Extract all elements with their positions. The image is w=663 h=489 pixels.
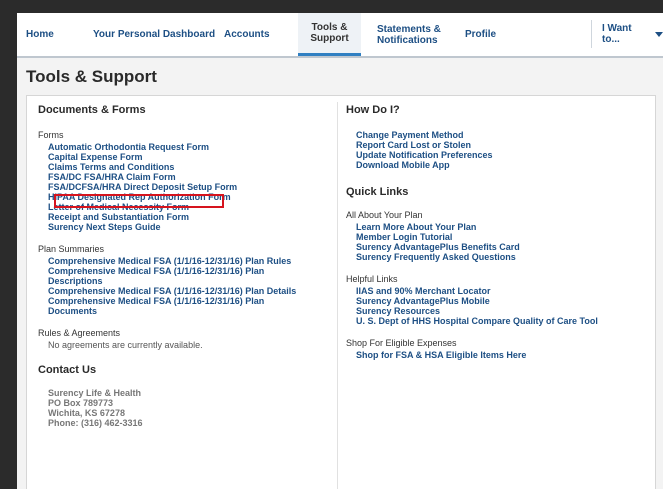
- contact-box: PO Box 789773: [48, 398, 114, 408]
- contact-title: Contact Us: [38, 364, 97, 376]
- nav-dashboard[interactable]: Your Personal Dashboard: [93, 13, 215, 56]
- nav-statements-line1: Statements &: [377, 23, 441, 35]
- form-link[interactable]: Receipt and Substantiation Form: [48, 212, 338, 222]
- top-nav: Home Your Personal Dashboard Accounts To…: [17, 13, 663, 58]
- nav-tools-line2: Support: [310, 33, 349, 44]
- howdoi-link[interactable]: Download Mobile App: [356, 160, 651, 170]
- nav-profile[interactable]: Profile: [465, 13, 496, 56]
- documents-column: Documents & Forms Forms Automatic Orthod…: [38, 104, 338, 428]
- helpful-group-title: Helpful Links: [346, 274, 398, 284]
- caret-down-icon: [655, 31, 663, 37]
- app-frame: Home Your Personal Dashboard Accounts To…: [17, 13, 663, 489]
- form-link[interactable]: Letter of Medical Necessity Form: [48, 202, 338, 212]
- howdoi-link[interactable]: Update Notification Preferences: [356, 150, 651, 160]
- form-link[interactable]: FSA/DCFSA/HRA Direct Deposit Setup Form: [48, 182, 338, 192]
- howdoi-link[interactable]: Change Payment Method: [356, 130, 651, 140]
- quick-link[interactable]: Surency AdvantagePlus Benefits Card: [356, 242, 651, 252]
- nav-tools-line1: Tools &: [311, 22, 348, 33]
- form-link[interactable]: Surency Next Steps Guide: [48, 222, 338, 232]
- rules-title: Rules & Agreements: [38, 328, 121, 338]
- form-link[interactable]: HIPAA Designated Rep Authorization Form: [48, 192, 338, 202]
- helpful-link[interactable]: Surency AdvantagePlus Mobile: [356, 296, 651, 306]
- plan-summaries-title: Plan Summaries: [38, 244, 105, 254]
- helpful-link[interactable]: U. S. Dept of HHS Hospital Compare Quali…: [356, 316, 651, 326]
- howdoi-column: How Do I? Change Payment Method Report C…: [346, 104, 651, 360]
- contact-phone: Phone: (316) 462-3316: [48, 418, 143, 428]
- plan-link[interactable]: Comprehensive Medical FSA (1/1/16-12/31/…: [48, 286, 338, 296]
- shop-group-title: Shop For Eligible Expenses: [346, 338, 457, 348]
- form-link-claim[interactable]: FSA/DC FSA/HRA Claim Form: [48, 172, 338, 182]
- howdoi-link[interactable]: Report Card Lost or Stolen: [356, 140, 651, 150]
- content-panel: Documents & Forms Forms Automatic Orthod…: [26, 95, 656, 489]
- page-title: Tools & Support: [26, 67, 157, 86]
- quick-links-title: Quick Links: [346, 186, 409, 198]
- howdoi-title: How Do I?: [346, 104, 400, 116]
- nav-tools-support[interactable]: Tools & Support: [298, 13, 361, 56]
- form-link[interactable]: Automatic Orthodontia Request Form: [48, 142, 338, 152]
- documents-title: Documents & Forms: [38, 104, 146, 116]
- rules-empty-text: No agreements are currently available.: [48, 340, 203, 350]
- nav-statements[interactable]: Statements & Notifications: [377, 13, 441, 56]
- forms-title: Forms: [38, 130, 64, 140]
- nav-home[interactable]: Home: [26, 13, 54, 56]
- quick-link[interactable]: Learn More About Your Plan: [356, 222, 651, 232]
- plan-link[interactable]: Comprehensive Medical FSA (1/1/16-12/31/…: [48, 266, 293, 286]
- contact-name: Surency Life & Health: [48, 388, 142, 398]
- nav-accounts[interactable]: Accounts: [224, 13, 270, 56]
- quick-link[interactable]: Member Login Tutorial: [356, 232, 651, 242]
- helpful-link[interactable]: Surency Resources: [356, 306, 651, 316]
- helpful-link[interactable]: IIAS and 90% Merchant Locator: [356, 286, 651, 296]
- plan-link[interactable]: Comprehensive Medical FSA (1/1/16-12/31/…: [48, 256, 338, 266]
- plan-group-title: All About Your Plan: [346, 210, 423, 220]
- form-link[interactable]: Claims Terms and Conditions: [48, 162, 338, 172]
- nav-statements-line2: Notifications: [377, 34, 438, 46]
- quick-link[interactable]: Surency Frequently Asked Questions: [356, 252, 651, 262]
- i-want-to-dropdown[interactable]: I Want to...: [591, 20, 663, 48]
- form-link[interactable]: Capital Expense Form: [48, 152, 338, 162]
- contact-city: Wichita, KS 67278: [48, 408, 125, 418]
- plan-link[interactable]: Comprehensive Medical FSA (1/1/16-12/31/…: [48, 296, 293, 316]
- i-want-to-label: I Want to...: [602, 23, 632, 45]
- shop-link[interactable]: Shop for FSA & HSA Eligible Items Here: [356, 350, 651, 360]
